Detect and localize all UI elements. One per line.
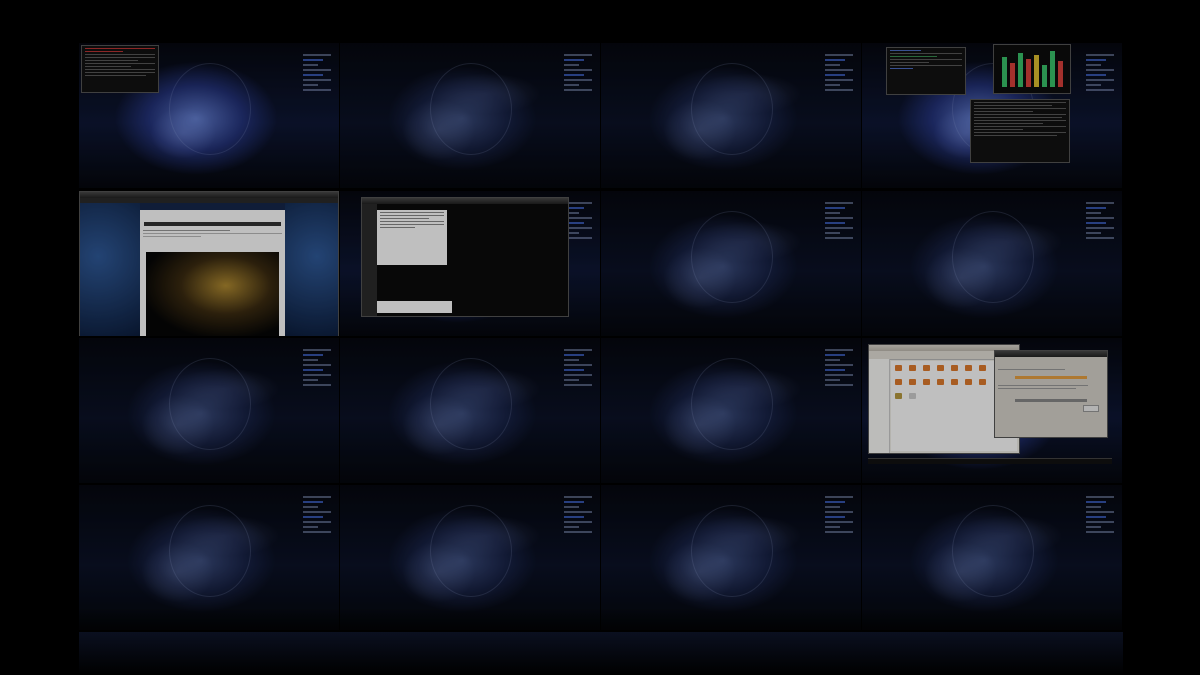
folder-icon[interactable] xyxy=(965,379,972,385)
workspace-15[interactable] xyxy=(601,485,861,630)
terminal-window-large[interactable] xyxy=(970,99,1070,163)
system-monitor-widget xyxy=(564,51,592,121)
reflection-floor xyxy=(79,608,339,630)
system-monitor-widget xyxy=(564,346,592,416)
system-monitor-widget xyxy=(303,493,331,563)
workspace-8[interactable] xyxy=(862,191,1122,336)
system-monitor-widget xyxy=(825,51,853,121)
folder-icon[interactable] xyxy=(895,379,902,385)
folder-icon[interactable] xyxy=(937,365,944,371)
system-monitor-widget xyxy=(303,51,331,121)
wallpaper-swirl xyxy=(430,63,512,155)
web-page xyxy=(140,210,285,336)
viewer-sidebar xyxy=(362,204,377,316)
folder-icon[interactable] xyxy=(965,365,972,371)
system-monitor-widget xyxy=(825,199,853,269)
folder-icon[interactable] xyxy=(979,365,986,371)
workspace-3[interactable] xyxy=(601,43,861,188)
wallpaper-swirl xyxy=(430,358,512,450)
mixer-channel-7[interactable] xyxy=(1050,51,1055,87)
file-icon[interactable] xyxy=(909,393,916,399)
mixer-channel-1[interactable] xyxy=(1002,57,1007,87)
folder-icon[interactable] xyxy=(951,365,958,371)
image-viewer-window[interactable] xyxy=(361,197,569,317)
workspace-grid xyxy=(0,0,1200,675)
mixer-channel-2[interactable] xyxy=(1010,63,1015,87)
mixer-channel-4[interactable] xyxy=(1026,59,1031,87)
folder-icon[interactable] xyxy=(909,379,916,385)
mixer-channel-8[interactable] xyxy=(1058,61,1063,87)
wallpaper-swirl xyxy=(952,505,1034,597)
folder-icon[interactable] xyxy=(923,379,930,385)
taskbar[interactable] xyxy=(868,458,1112,464)
wallpaper-swirl xyxy=(691,211,773,303)
workspace-4[interactable] xyxy=(862,43,1122,188)
system-monitor-widget xyxy=(564,493,592,563)
document-preview xyxy=(377,210,447,265)
floor-reflection xyxy=(79,632,1123,675)
ocean-background xyxy=(80,203,140,336)
folder-icon[interactable] xyxy=(895,393,902,399)
audio-mixer-window[interactable] xyxy=(993,44,1071,94)
mixer-channel-5[interactable] xyxy=(1034,55,1039,87)
workspace-12[interactable] xyxy=(862,338,1122,483)
page-nav-bar[interactable] xyxy=(144,222,281,226)
workspace-14[interactable] xyxy=(340,485,600,630)
terminal-window-small[interactable] xyxy=(886,47,966,95)
dialog-button[interactable] xyxy=(1083,405,1099,412)
folder-icon[interactable] xyxy=(979,379,986,385)
workspace-6[interactable] xyxy=(340,191,600,336)
mixer-channel-3[interactable] xyxy=(1018,53,1023,87)
terminal-window[interactable] xyxy=(81,45,159,93)
mixer-channel-6[interactable] xyxy=(1042,65,1047,87)
workspace-16[interactable] xyxy=(862,485,1122,630)
dialog-highlight[interactable] xyxy=(1015,376,1087,379)
workspace-9[interactable] xyxy=(79,338,339,483)
wallpaper-swirl xyxy=(691,63,773,155)
featured-image xyxy=(146,252,279,336)
wallpaper-swirl xyxy=(169,63,251,155)
wallpaper-swirl xyxy=(691,505,773,597)
wallpaper-swirl xyxy=(169,505,251,597)
file-manager-sidebar xyxy=(869,359,890,453)
system-monitor-widget xyxy=(1086,199,1114,269)
web-browser-window[interactable] xyxy=(79,191,339,336)
workspace-11[interactable] xyxy=(601,338,861,483)
system-monitor-widget xyxy=(825,346,853,416)
wallpaper-swirl xyxy=(169,358,251,450)
system-monitor-widget xyxy=(1086,493,1114,563)
workspace-7[interactable] xyxy=(601,191,861,336)
ocean-background-right xyxy=(285,203,338,336)
folder-icon[interactable] xyxy=(895,365,902,371)
dialog-titlebar[interactable] xyxy=(995,351,1107,357)
system-monitor-widget xyxy=(303,346,331,416)
reflection-floor xyxy=(340,608,600,630)
folder-icon[interactable] xyxy=(923,365,930,371)
folder-icon[interactable] xyxy=(951,379,958,385)
dialog-window[interactable] xyxy=(994,350,1108,438)
system-monitor-widget xyxy=(1086,51,1114,121)
workspace-10[interactable] xyxy=(340,338,600,483)
reflection-floor xyxy=(862,608,1122,630)
folder-icon[interactable] xyxy=(909,365,916,371)
dialog-progress xyxy=(1015,399,1087,402)
folder-icon[interactable] xyxy=(937,379,944,385)
viewer-titlebar[interactable] xyxy=(362,198,568,204)
workspace-13[interactable] xyxy=(79,485,339,630)
workspace-1[interactable] xyxy=(79,43,339,188)
wallpaper-swirl xyxy=(952,211,1034,303)
workspace-5[interactable] xyxy=(79,191,339,336)
wallpaper-swirl xyxy=(691,358,773,450)
comment-box[interactable] xyxy=(377,301,452,313)
workspace-2[interactable] xyxy=(340,43,600,188)
system-monitor-widget xyxy=(825,493,853,563)
wallpaper-swirl xyxy=(430,505,512,597)
reflection-floor xyxy=(601,608,861,630)
